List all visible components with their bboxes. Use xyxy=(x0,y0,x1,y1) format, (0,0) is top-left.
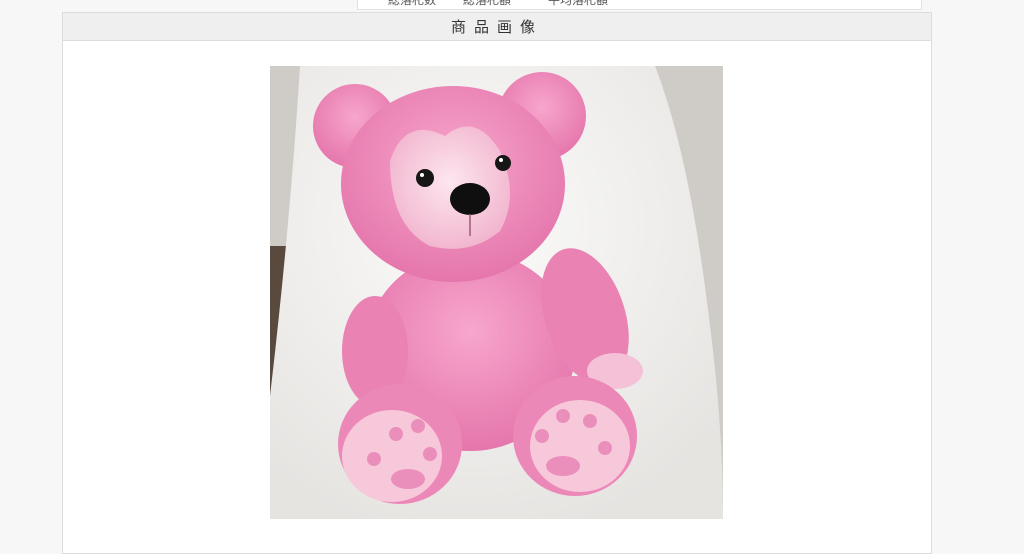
summary-strip: 総落札数 総落札額 平均落札額 xyxy=(357,0,922,10)
panel-title: 商品画像 xyxy=(450,18,543,36)
summary-item-average-amount: 平均落札額 xyxy=(548,0,609,7)
product-image-panel: 商品画像 xyxy=(62,12,932,554)
product-photo[interactable] xyxy=(270,66,723,519)
summary-item-total-count: 総落札数 xyxy=(388,0,437,7)
teddy-bear-image xyxy=(270,66,723,519)
summary-item-total-amount: 総落札額 xyxy=(463,0,512,7)
panel-header: 商品画像 xyxy=(63,13,931,41)
